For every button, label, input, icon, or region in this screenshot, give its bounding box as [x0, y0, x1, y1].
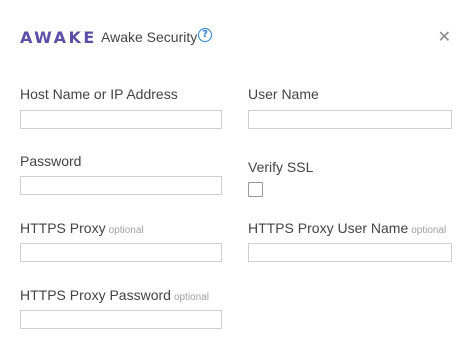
- password-field: Password: [20, 153, 224, 199]
- host-label: Host Name or IP Address: [20, 86, 178, 102]
- verify-ssl-checkbox[interactable]: [248, 182, 263, 197]
- dialog-header: AWAKE Awake Security ? ✕: [20, 24, 453, 50]
- verify-ssl-label: Verify SSL: [248, 159, 314, 175]
- verify-ssl-field: Verify SSL: [248, 159, 368, 199]
- host-input[interactable]: [20, 110, 222, 129]
- integration-title: Awake Security: [101, 29, 198, 45]
- username-input[interactable]: [248, 110, 452, 129]
- proxy-user-input[interactable]: [248, 243, 452, 262]
- password-label: Password: [20, 153, 82, 169]
- proxy-password-input[interactable]: [20, 310, 222, 329]
- proxy-password-label: HTTPS Proxy Password optional: [20, 287, 209, 303]
- question-circle-icon[interactable]: ?: [198, 28, 212, 42]
- proxy-password-field: HTTPS Proxy Password optional: [20, 287, 224, 333]
- optional-tag: optional: [411, 225, 447, 236]
- proxy-user-label: HTTPS Proxy User Name optional: [248, 220, 447, 236]
- optional-tag: optional: [173, 292, 209, 303]
- awake-logo: AWAKE: [20, 28, 97, 47]
- close-icon[interactable]: ✕: [438, 27, 451, 46]
- username-label: User Name: [248, 86, 319, 102]
- password-input[interactable]: [20, 176, 222, 195]
- username-field: User Name: [248, 86, 452, 132]
- proxy-user-field: HTTPS Proxy User Name optional: [248, 220, 452, 266]
- host-field: Host Name or IP Address: [20, 86, 224, 132]
- optional-tag: optional: [108, 225, 144, 236]
- proxy-field: HTTPS Proxy optional: [20, 220, 224, 266]
- proxy-label: HTTPS Proxy optional: [20, 220, 144, 236]
- proxy-input[interactable]: [20, 243, 222, 262]
